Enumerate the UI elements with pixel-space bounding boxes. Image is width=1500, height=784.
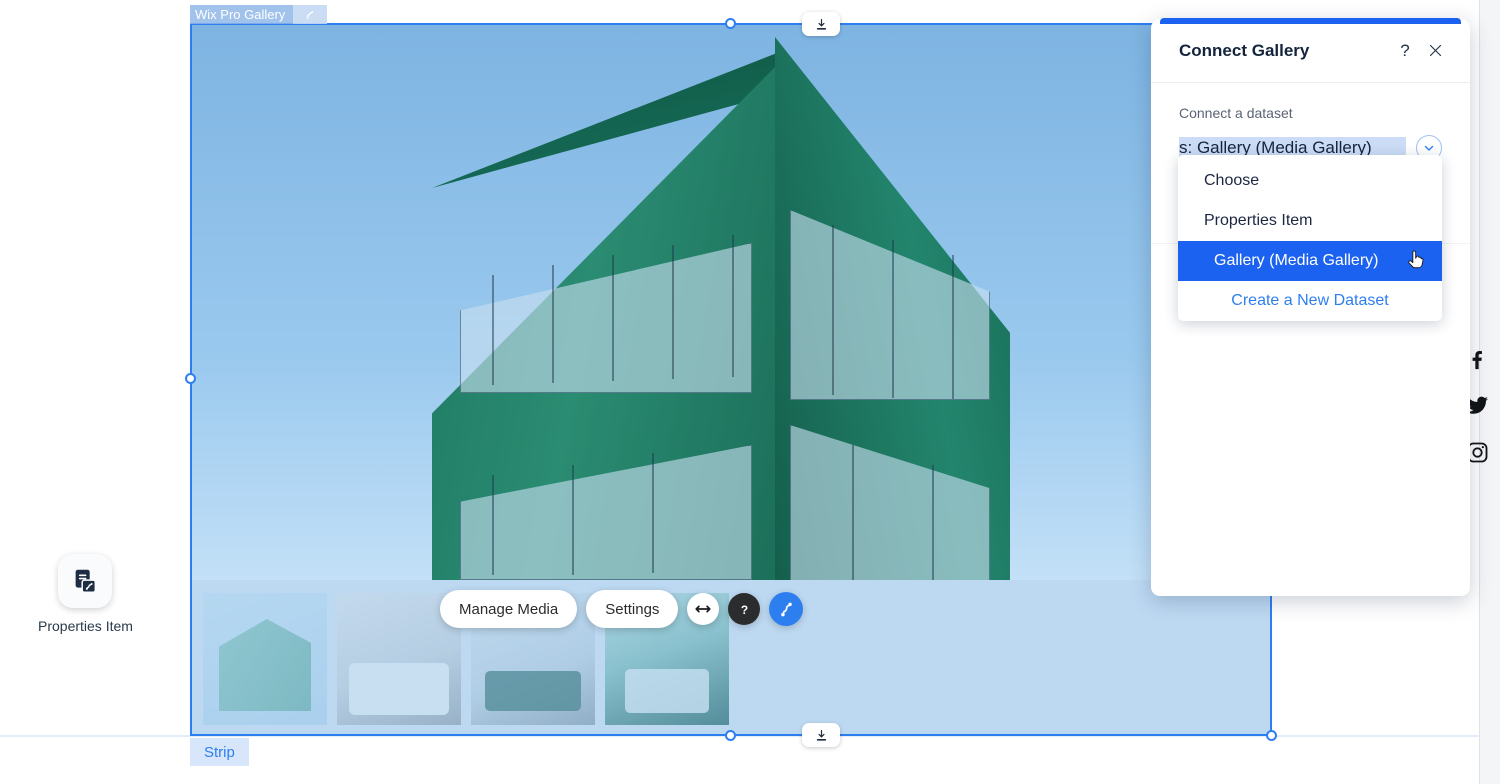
strip-name-label: Strip bbox=[204, 743, 235, 761]
svg-text:?: ? bbox=[741, 602, 748, 616]
help-button[interactable]: ? bbox=[728, 593, 761, 625]
dataset-item-icon[interactable] bbox=[58, 554, 113, 608]
mouse-cursor-pointer bbox=[1406, 250, 1426, 272]
question-mark-icon: ? bbox=[735, 600, 754, 619]
panel-body: Connect a dataset s: Gallery (Media Gall… bbox=[1151, 83, 1470, 244]
gallery-hero-image[interactable] bbox=[192, 25, 1270, 580]
resize-handle-top[interactable] bbox=[725, 18, 736, 29]
panel-drag-handle[interactable] bbox=[1160, 18, 1461, 24]
dropdown-option-create-new-dataset[interactable]: Create a New Dataset bbox=[1178, 281, 1442, 321]
panel-close-button[interactable] bbox=[1422, 38, 1448, 64]
dropdown-option-label: Gallery (Media Gallery) bbox=[1214, 252, 1379, 269]
panel-header: Connect Gallery ? bbox=[1151, 19, 1470, 83]
wix-pro-gallery-widget[interactable] bbox=[190, 23, 1272, 736]
properties-item-widget[interactable]: Properties Item bbox=[38, 554, 133, 634]
close-icon bbox=[1428, 43, 1443, 58]
collapse-top-button[interactable] bbox=[802, 12, 840, 36]
settings-button[interactable]: Settings bbox=[586, 590, 679, 628]
resize-handle-left[interactable] bbox=[185, 373, 196, 384]
manage-media-button[interactable]: Manage Media bbox=[440, 590, 578, 628]
connect-dataset-label: Connect a dataset bbox=[1179, 105, 1293, 121]
manage-media-label: Manage Media bbox=[459, 600, 559, 618]
properties-item-label: Properties Item bbox=[38, 618, 133, 634]
dropdown-option-gallery-media-gallery[interactable]: Gallery (Media Gallery) bbox=[1178, 241, 1442, 281]
editor-stage: Wix Pro Gallery Strip Manage Media Setti… bbox=[0, 0, 1500, 784]
question-mark-icon: ? bbox=[1400, 40, 1410, 60]
arrows-horizontal-icon bbox=[694, 600, 712, 618]
widget-name-tag[interactable]: Wix Pro Gallery bbox=[190, 5, 328, 24]
panel-title: Connect Gallery bbox=[1179, 40, 1310, 60]
connect-data-button[interactable] bbox=[769, 592, 804, 626]
gallery-thumb-1[interactable] bbox=[203, 593, 327, 725]
building-photo bbox=[192, 25, 1270, 580]
connect-icon[interactable] bbox=[293, 5, 328, 24]
connect-data-icon bbox=[777, 600, 796, 619]
widget-name-label: Wix Pro Gallery bbox=[195, 7, 286, 22]
resize-handle-bottom-right[interactable] bbox=[1266, 730, 1277, 741]
dropdown-option-label: Create a New Dataset bbox=[1231, 292, 1389, 309]
stretch-button[interactable] bbox=[687, 593, 720, 625]
resize-handle-bottom[interactable] bbox=[725, 730, 736, 741]
dropdown-option-choose[interactable]: Choose bbox=[1178, 161, 1442, 201]
dropdown-option-label: Properties Item bbox=[1204, 212, 1313, 229]
dropdown-option-properties-item[interactable]: Properties Item bbox=[1178, 201, 1442, 241]
panel-help-button[interactable]: ? bbox=[1392, 38, 1418, 64]
collapse-bottom-button[interactable] bbox=[802, 723, 840, 747]
dataset-dropdown-menu[interactable]: Choose Properties Item Gallery (Media Ga… bbox=[1178, 155, 1442, 321]
dropdown-option-label: Choose bbox=[1204, 172, 1260, 189]
gallery-toolbar: Manage Media Settings ? bbox=[440, 590, 804, 628]
strip-name-tag[interactable]: Strip bbox=[190, 738, 249, 766]
settings-label: Settings bbox=[605, 600, 660, 618]
